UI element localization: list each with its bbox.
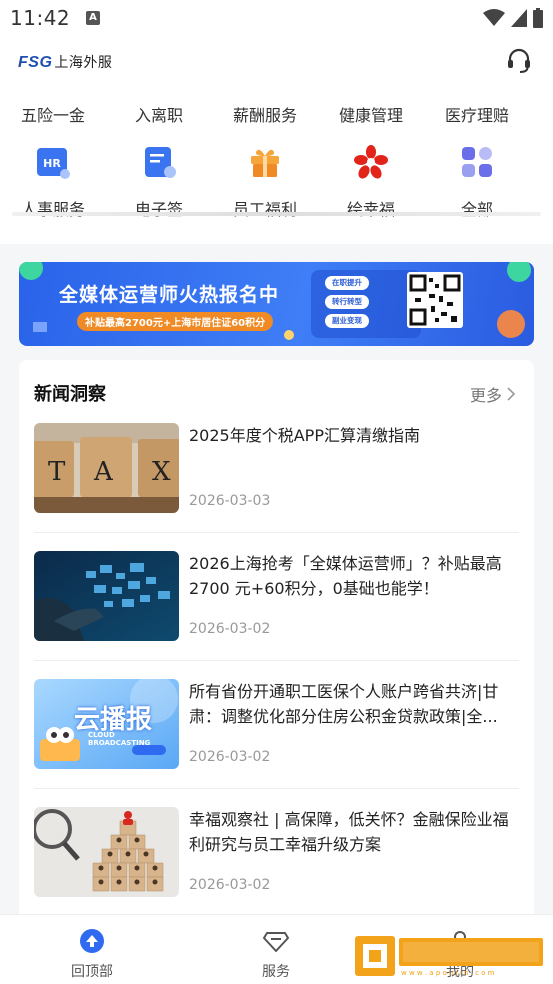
- service-benefits[interactable]: 员工福利: [212, 144, 318, 220]
- service-all-label: 全部: [460, 200, 493, 219]
- news-thumb-pyramid: [34, 807, 179, 897]
- banner-pill-2: 转行转型: [325, 295, 369, 309]
- status-time: 11:42: [10, 6, 71, 30]
- logo-latin: FSG: [18, 54, 53, 71]
- people-pyramid-image: [34, 807, 179, 897]
- news-date: 2026-03-03: [189, 493, 271, 509]
- news-date: 2026-03-02: [189, 749, 271, 765]
- qr-code-icon: [407, 272, 463, 328]
- status-bar: 11:42 A: [0, 0, 553, 36]
- promo-banner[interactable]: 全媒体运营师火热报名中 补贴最高2700元+上海市居住证60积分 在职提升 转行…: [19, 262, 534, 346]
- battery-icon: [533, 8, 543, 28]
- service-hr-label: 人事服务: [20, 200, 85, 219]
- nav-service-label: 服务: [262, 964, 290, 980]
- news-title: 所有省份开通职工医保个人账户跨省共济|甘肃：调整优化部分住房公积金贷款政策|全.…: [189, 682, 499, 726]
- nav-back-to-top-label: 回顶部: [71, 964, 113, 980]
- services-panel: 五险一金 入离职 薪酬服务 健康管理 医疗理赔 HR 人事服务 电子签 员工福利…: [0, 86, 553, 244]
- divider: [34, 788, 519, 789]
- logo-chinese: 上海外服: [54, 55, 113, 71]
- e-sign-icon: [145, 147, 176, 178]
- service-grid: HR 人事服务 电子签 员工福利 绘幸福 全部: [0, 144, 553, 220]
- notification-a-icon: A: [86, 11, 100, 25]
- banner-pill-1: 在职提升: [325, 276, 369, 290]
- quick-tab-medical-claims[interactable]: 医疗理赔: [424, 102, 530, 126]
- tax-blocks-image: T A X: [34, 423, 179, 513]
- quick-tabs: 五险一金 入离职 薪酬服务 健康管理 医疗理赔: [0, 102, 553, 126]
- news-title: 2025年度个税APP汇算清缴指南: [189, 426, 420, 445]
- divider: [34, 660, 519, 661]
- news-item[interactable]: 云播报 CLOUD BROADCASTING 所有省份开通职工医保个人账户跨省共…: [34, 679, 519, 807]
- news-more-link[interactable]: 更多: [470, 382, 516, 406]
- tax-letter-t: T: [48, 457, 66, 487]
- banner-title: 全媒体运营师火热报名中: [59, 284, 280, 306]
- svg-text:HR: HR: [43, 157, 61, 170]
- news-card: 新闻洞察 更多 T A X 2025年度个税APP汇算清缴指南 2026-03-…: [19, 360, 534, 920]
- news-thumb-cloud-broadcast: 云播报 CLOUD BROADCASTING: [34, 679, 179, 769]
- diamond-icon: [263, 932, 289, 952]
- tax-letter-x: X: [152, 457, 171, 487]
- signal-icon: [511, 9, 527, 27]
- gift-icon: [251, 149, 279, 177]
- nav-back-to-top[interactable]: 回顶部: [52, 929, 132, 981]
- banner-pill-3: 副业变现: [325, 314, 369, 328]
- news-date: 2026-03-02: [189, 877, 271, 893]
- news-title: 2026上海抢考「全媒体运营师」？补贴最高2700 元+60积分，0基础也能学！: [189, 554, 502, 598]
- news-title: 幸福观察社 | 高保障，低关怀？金融保险业福利研究与员工幸福升级方案: [189, 810, 509, 854]
- quick-tab-payroll[interactable]: 薪酬服务: [212, 102, 318, 126]
- divider: [34, 532, 519, 533]
- news-more-label: 更多: [469, 386, 502, 405]
- service-benefits-label: 员工福利: [232, 200, 297, 219]
- news-item[interactable]: T A X 2025年度个税APP汇算清缴指南 2026-03-03: [34, 423, 519, 551]
- quick-tab-health[interactable]: 健康管理: [318, 102, 424, 126]
- quick-tab-onboarding[interactable]: 入离职: [106, 102, 212, 126]
- service-e-sign[interactable]: 电子签: [106, 144, 212, 220]
- flower-logo-icon: [354, 145, 388, 179]
- service-happiness-label: 绘幸福: [346, 200, 395, 219]
- news-thumb-media: [34, 551, 179, 641]
- tax-letter-a: A: [93, 457, 114, 487]
- digital-media-image: [34, 551, 179, 641]
- quick-tab-social-insurance[interactable]: 五险一金: [0, 102, 106, 126]
- service-happiness[interactable]: 绘幸福: [318, 144, 424, 220]
- news-item[interactable]: 2026上海抢考「全媒体运营师」？补贴最高2700 元+60积分，0基础也能学！…: [34, 551, 519, 679]
- service-e-sign-label: 电子签: [134, 200, 183, 219]
- wifi-icon: [483, 9, 505, 26]
- hr-icon: HR: [37, 148, 70, 179]
- customer-service-headset-icon[interactable]: [505, 46, 533, 74]
- app-bar: FSG 上海外服: [0, 36, 553, 86]
- divider: [12, 212, 541, 216]
- news-heading: 新闻洞察: [34, 384, 106, 405]
- service-all[interactable]: 全部: [424, 144, 530, 220]
- news-thumb-tax: T A X: [34, 423, 179, 513]
- grid-icon: [462, 147, 492, 177]
- banner-subtitle: 补贴最高2700元+上海市居住证60积分: [77, 312, 274, 331]
- service-hr[interactable]: HR 人事服务: [0, 144, 106, 220]
- news-date: 2026-03-02: [189, 621, 271, 637]
- svg-text:w w w . a p o u j i n . c o m: w w w . a p o u j i n . c o m: [401, 969, 495, 977]
- chevron-right-icon: [507, 387, 516, 401]
- cloud-subtitle: CLOUD BROADCASTING: [88, 731, 151, 747]
- brand-logo: FSG 上海外服: [18, 52, 112, 72]
- nav-service[interactable]: 服务: [236, 929, 316, 981]
- site-watermark-logo: w w w . a p o u j i n . c o m: [355, 936, 543, 977]
- system-icons: [483, 8, 543, 28]
- arrow-up-icon: [80, 929, 104, 953]
